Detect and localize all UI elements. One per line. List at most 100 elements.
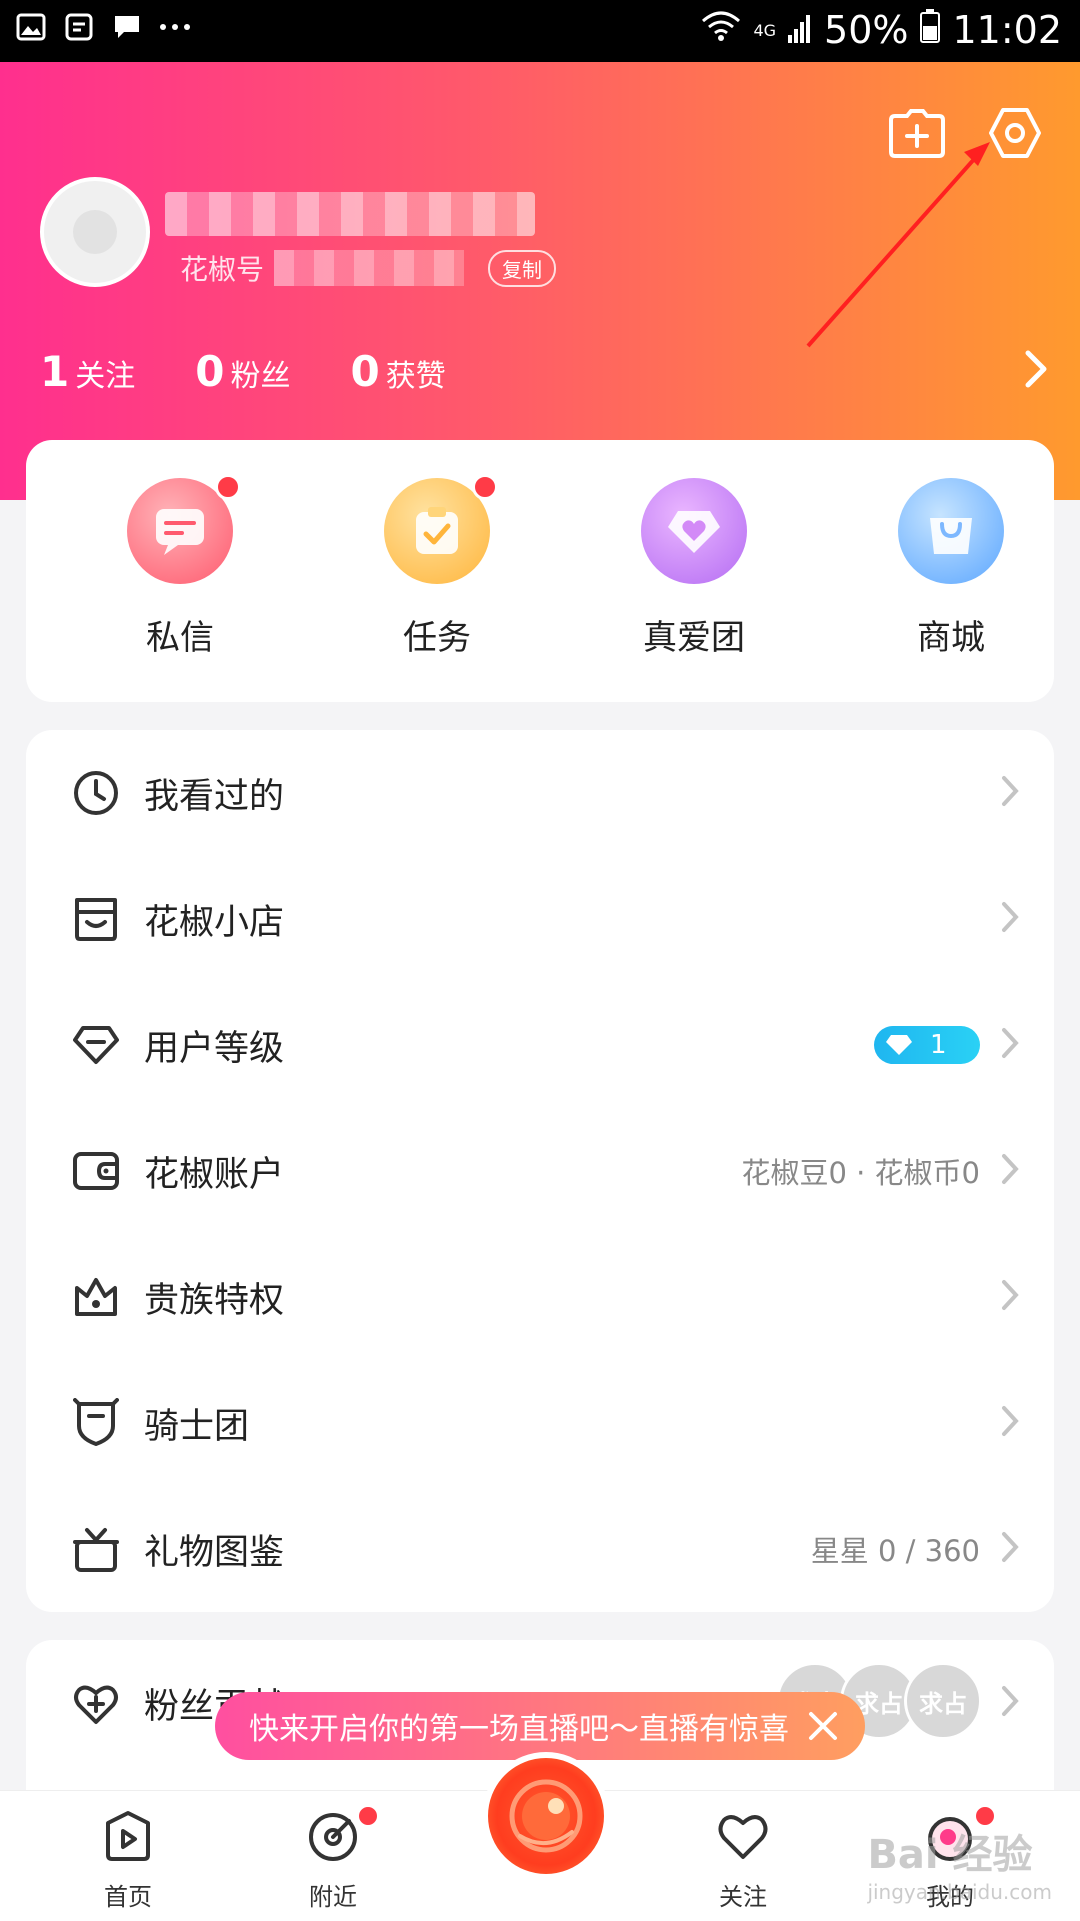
diamond-icon: [70, 1019, 122, 1071]
tab-label: 关注: [719, 1883, 767, 1911]
watermark: Bai 经验 jingyan.baidu.com: [867, 1822, 1052, 1904]
shop-icon: [70, 893, 122, 945]
task-clipboard-icon: [384, 474, 498, 584]
level-badge: 1: [874, 1026, 980, 1064]
profile-stats: 1 关注 0 粉丝 0 获赞: [40, 347, 446, 396]
menu-row-noble-privileges[interactable]: 贵族特权: [26, 1234, 1054, 1360]
gift-progress: 星星 0 / 360: [810, 1534, 980, 1568]
notification-dot: [472, 474, 498, 500]
stat-label: 关注: [75, 359, 136, 394]
tab-nearby[interactable]: 附近: [273, 1805, 393, 1912]
menu-label: 花椒账户: [144, 1154, 285, 1195]
menu-row-knight-group[interactable]: 骑士团: [26, 1360, 1054, 1486]
chevron-right-icon: [1000, 1152, 1020, 1190]
heart-icon: [718, 1815, 768, 1859]
battery-percent: 50%: [824, 8, 909, 52]
chevron-right-icon: [1000, 1278, 1020, 1316]
signal-icon: [788, 8, 812, 52]
user-id-blurred: [274, 250, 465, 286]
clock-time: 11:02: [952, 8, 1062, 52]
menu-row-account[interactable]: 花椒账户 花椒豆0 · 花椒币0: [26, 1108, 1054, 1234]
watermark-text: Bai 经验: [867, 1832, 1033, 1878]
quick-true-love-group[interactable]: 真爱团: [604, 478, 784, 659]
annotation-arrow: [806, 142, 990, 348]
quick-tasks[interactable]: 任务: [347, 474, 527, 659]
stat-label: 获赞: [385, 359, 446, 394]
stat-following[interactable]: 1 关注: [40, 347, 135, 396]
wallet-icon: [70, 1145, 122, 1197]
quick-label: 任务: [403, 618, 471, 658]
avatar[interactable]: [40, 177, 150, 287]
live-camera-icon: [509, 1779, 583, 1853]
clock-icon: [70, 767, 122, 819]
live-promo-toast[interactable]: 快来开启你的第一场直播吧～直播有惊喜: [215, 1692, 865, 1772]
notification-dot: [215, 474, 241, 500]
network-label: 4G: [753, 20, 777, 40]
profile-detail-button[interactable]: [1022, 347, 1050, 395]
tab-following[interactable]: 关注: [683, 1809, 803, 1912]
stat-count: 1: [40, 347, 70, 396]
status-bar: 4G 50% 11:02: [0, 0, 1080, 62]
tab-label: 首页: [104, 1883, 152, 1911]
quick-mall[interactable]: 商城: [861, 478, 1041, 659]
id-label: 花椒号: [180, 253, 265, 286]
copy-id-button[interactable]: 复制: [488, 249, 557, 287]
profile-header: 花椒号 复制 1 关注 0 粉丝 0 获赞: [0, 62, 1080, 500]
chevron-right-icon: [1000, 774, 1020, 812]
username-blurred: [165, 192, 535, 236]
menu-row-user-level[interactable]: 用户等级 1: [26, 982, 1054, 1108]
nearby-radar-icon: [309, 1813, 357, 1861]
message-icon: [110, 10, 144, 44]
menu-row-gift-collection[interactable]: 礼物图鉴 星星 0 / 360: [26, 1486, 1054, 1612]
wifi-icon: [701, 8, 741, 52]
user-id-row: 花椒号 复制: [180, 248, 557, 288]
quick-actions-card: 私信 任务 真爱团 商城: [26, 440, 1054, 702]
menu-label: 花椒小店: [144, 902, 285, 943]
account-balance: 花椒豆0 · 花椒币0: [741, 1156, 980, 1190]
shield-icon: [70, 1397, 122, 1449]
heart-plus-icon: [70, 1677, 122, 1729]
message-card-icon: [127, 474, 241, 584]
chevron-right-icon: [1000, 1684, 1020, 1722]
menu-label: 礼物图鉴: [144, 1532, 285, 1573]
shopping-bag-icon: [898, 478, 1004, 584]
more-dots-icon: [158, 10, 192, 44]
stat-likes[interactable]: 0 获赞: [350, 347, 445, 396]
battery-icon: [920, 8, 941, 52]
quick-label: 真爱团: [643, 618, 745, 658]
heart-badge-icon: [641, 478, 747, 584]
chevron-right-icon: [1000, 1026, 1020, 1064]
notification-dot: [357, 1805, 379, 1827]
image-icon: [14, 10, 48, 44]
level-value: 1: [930, 1030, 947, 1060]
stat-label: 粉丝: [230, 359, 291, 394]
quick-messages[interactable]: 私信: [90, 474, 270, 659]
quick-label: 商城: [917, 618, 985, 658]
menu-label: 我看过的: [144, 776, 285, 817]
menu-card: 我看过的 花椒小店 用户等级 1 花椒账户 花椒豆0 · 花椒币0 贵族特权 骑…: [26, 730, 1054, 1612]
watermark-url: jingyan.baidu.com: [867, 1880, 1052, 1904]
toast-text: 快来开启你的第一场直播吧～直播有惊喜: [249, 1712, 789, 1747]
home-play-icon: [106, 1811, 150, 1861]
stat-fans[interactable]: 0 粉丝: [195, 347, 290, 396]
tab-label: 附近: [309, 1883, 357, 1911]
chevron-right-icon: [1000, 900, 1020, 938]
gift-icon: [70, 1523, 122, 1575]
stat-count: 0: [195, 347, 225, 396]
chevron-right-icon: [1000, 1530, 1020, 1568]
app-icon: [62, 10, 96, 44]
quick-label: 私信: [146, 618, 214, 658]
close-icon[interactable]: [803, 1706, 843, 1754]
menu-label: 用户等级: [144, 1028, 285, 1069]
go-live-button[interactable]: [482, 1752, 610, 1880]
crown-icon: [70, 1271, 122, 1323]
menu-label: 骑士团: [144, 1406, 250, 1447]
tab-home[interactable]: 首页: [68, 1809, 188, 1912]
chevron-right-icon: [1000, 1404, 1020, 1442]
menu-row-shop[interactable]: 花椒小店: [26, 856, 1054, 982]
menu-row-watch-history[interactable]: 我看过的: [26, 730, 1054, 856]
diamond-badge-icon: [886, 1035, 912, 1055]
fan-placeholder: 求占: [904, 1662, 982, 1740]
stat-count: 0: [350, 347, 380, 396]
chevron-right-icon: [1025, 350, 1047, 388]
